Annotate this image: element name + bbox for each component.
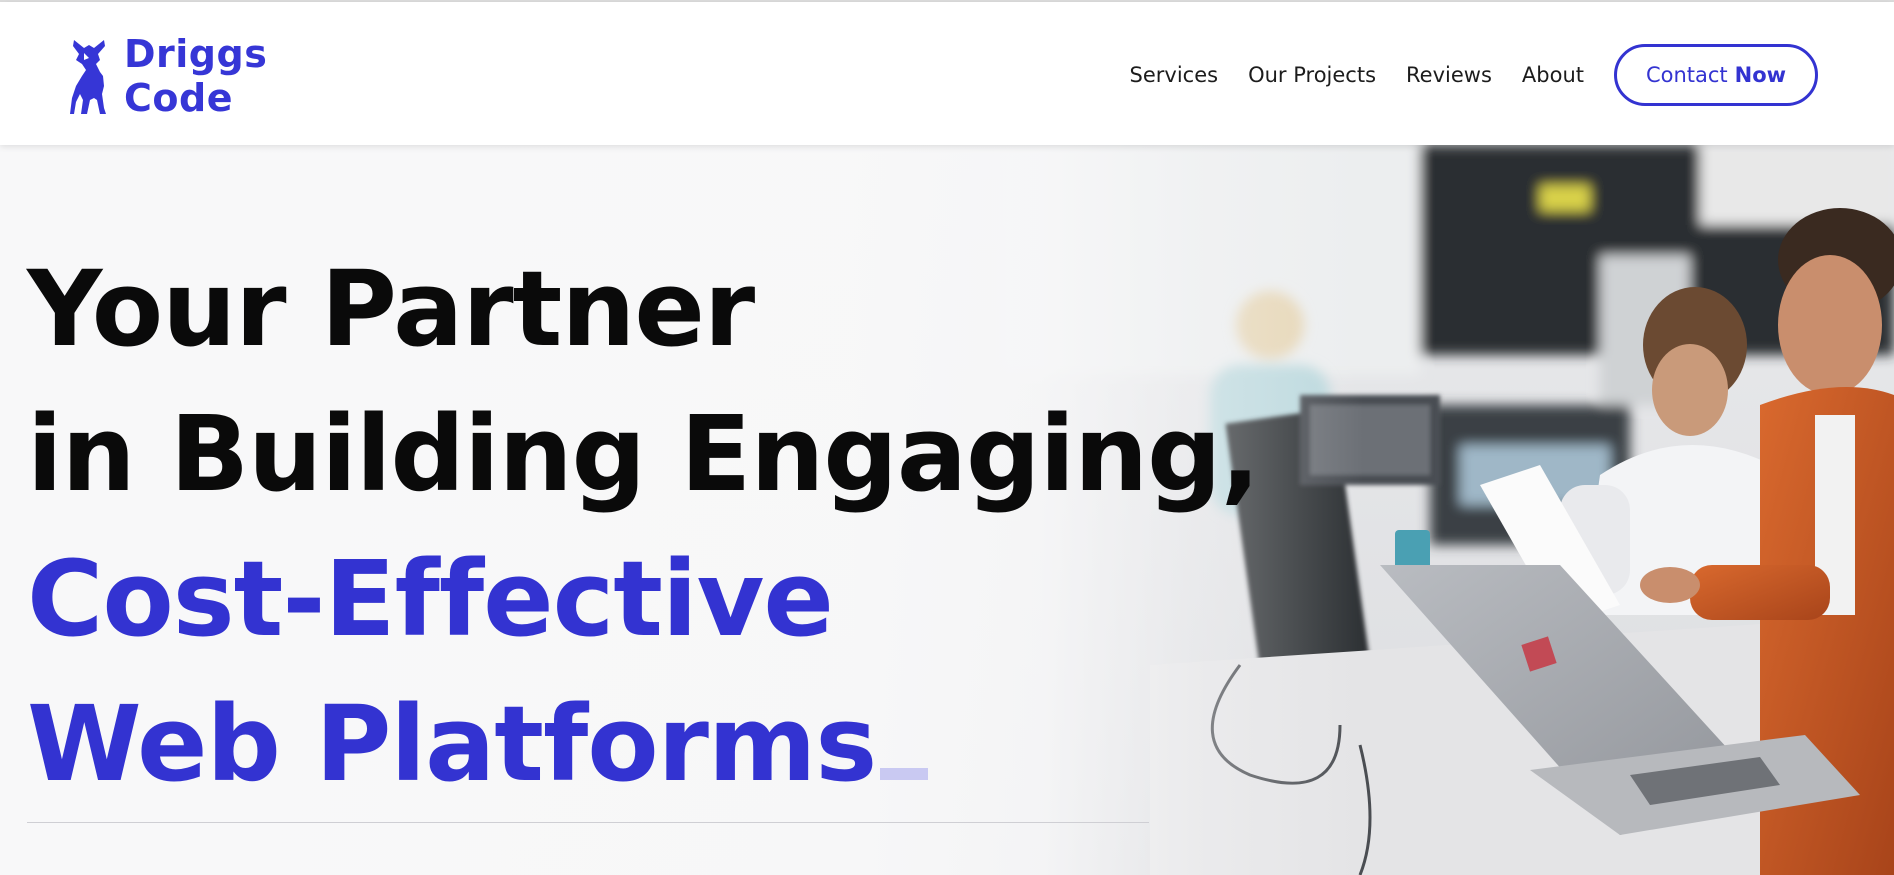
headline-line-3: Cost-Effective xyxy=(27,538,834,660)
hero-headline: Your Partner in Building Engaging, Cost-… xyxy=(27,237,1260,817)
contact-label: Contact xyxy=(1645,63,1728,87)
hero-divider xyxy=(27,822,1149,823)
nav-about[interactable]: About xyxy=(1522,63,1584,87)
hero-section: Your Partner in Building Engaging, Cost-… xyxy=(0,145,1894,875)
brand-name-line1: Driggs xyxy=(124,32,268,76)
brand-logo[interactable]: Driggs Code xyxy=(70,32,267,120)
headline-line-1: Your Partner xyxy=(27,248,755,370)
brand-name-line2: Code xyxy=(124,76,233,120)
donkey-icon xyxy=(70,40,106,114)
headline-line-2: in Building Engaging, xyxy=(27,393,1260,515)
nav-reviews[interactable]: Reviews xyxy=(1406,63,1492,87)
typing-cursor xyxy=(880,768,929,780)
contact-label-bold: Now xyxy=(1734,63,1787,87)
main-nav: Services Our Projects Reviews About Cont… xyxy=(1100,44,1818,106)
nav-services[interactable]: Services xyxy=(1130,63,1219,87)
headline-line-4: Web Platforms xyxy=(27,683,877,805)
headline-line-4-wrap: Web Platforms xyxy=(27,672,1259,817)
contact-now-button[interactable]: Contact Now xyxy=(1614,44,1818,106)
site-header: Driggs Code Services Our Projects Review… xyxy=(0,2,1894,145)
nav-our-projects[interactable]: Our Projects xyxy=(1248,63,1376,87)
